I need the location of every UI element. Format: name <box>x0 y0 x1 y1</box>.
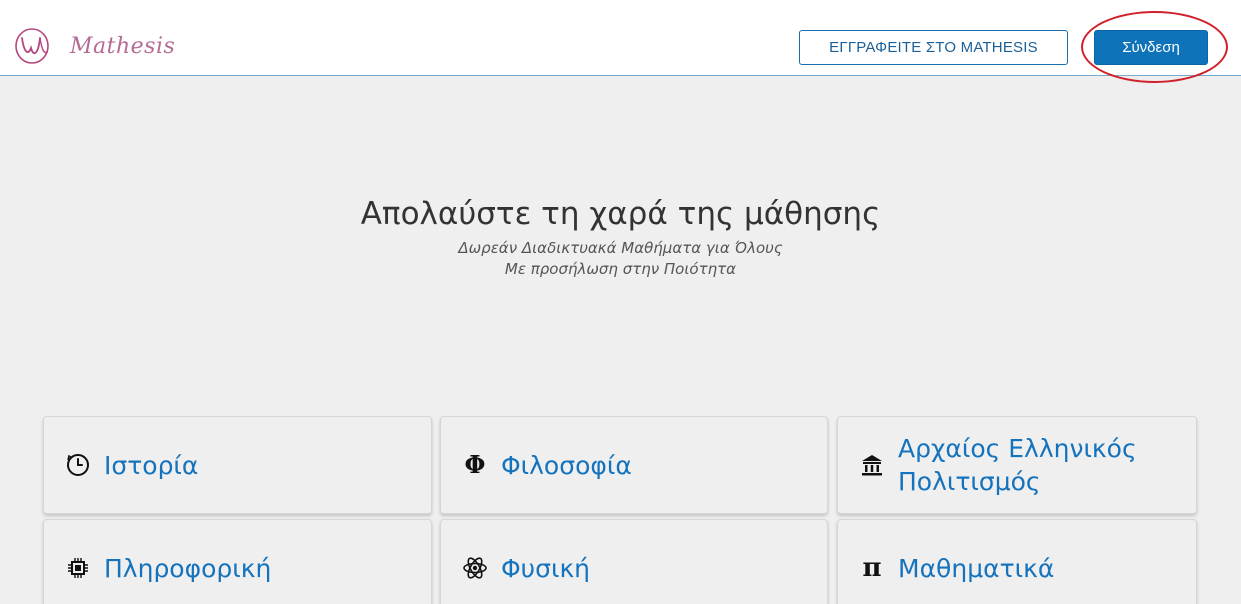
logo-text: Mathesis <box>70 33 176 59</box>
category-label: Ιστορία <box>104 450 199 480</box>
category-label: Αρχαίος Ελληνικός Πολιτισμός <box>898 434 1137 496</box>
chip-icon <box>64 554 92 582</box>
category-card-mathematics[interactable]: π Μαθηματικά <box>837 519 1197 604</box>
hero-title: Απολαύστε τη χαρά της μάθησης <box>360 196 881 232</box>
category-label: Φυσική <box>501 553 591 583</box>
register-button[interactable]: ΕΓΓΡΑΦΕΙΤΕ ΣΤΟ MATHESIS <box>799 30 1068 65</box>
login-button[interactable]: Σύνδεση <box>1094 30 1208 65</box>
category-card-computer-science[interactable]: Πληροφορική <box>43 519 432 604</box>
category-card-philosophy[interactable]: Φ Φιλοσοφία <box>440 416 828 514</box>
category-label: Μαθηματικά <box>898 553 1055 583</box>
category-card-ancient-greek-culture[interactable]: Αρχαίος Ελληνικός Πολιτισμός <box>837 416 1197 514</box>
pi-icon: π <box>858 554 886 582</box>
page: Mathesis ΕΓΓΡΑΦΕΙΤΕ ΣΤΟ MATHESIS Σύνδεση… <box>0 0 1241 604</box>
hero-section: Απολαύστε τη χαρά της μάθησης Δωρεάν Δια… <box>0 190 1241 280</box>
category-card-physics[interactable]: Φυσική <box>440 519 828 604</box>
hero-subtitle-line-1: Δωρεάν Διαδικτυακά Μαθήματα για Όλους <box>458 239 783 257</box>
category-label: Πληροφορική <box>104 553 272 583</box>
logo-mark-icon <box>15 28 49 64</box>
clock-icon <box>64 451 92 479</box>
category-card-history[interactable]: Ιστορία <box>43 416 432 514</box>
temple-icon <box>858 451 886 479</box>
svg-text:Φ: Φ <box>465 452 486 478</box>
site-header: Mathesis ΕΓΓΡΑΦΕΙΤΕ ΣΤΟ MATHESIS Σύνδεση <box>0 0 1241 83</box>
phi-icon: Φ <box>461 451 489 479</box>
svg-text:π: π <box>862 555 881 581</box>
category-label: Φιλοσοφία <box>501 450 632 480</box>
hero-subtitle-line-2: Με προσήλωση στην Ποιότητα <box>504 260 737 278</box>
site-logo[interactable]: Mathesis <box>14 24 175 68</box>
atom-icon <box>461 554 489 582</box>
